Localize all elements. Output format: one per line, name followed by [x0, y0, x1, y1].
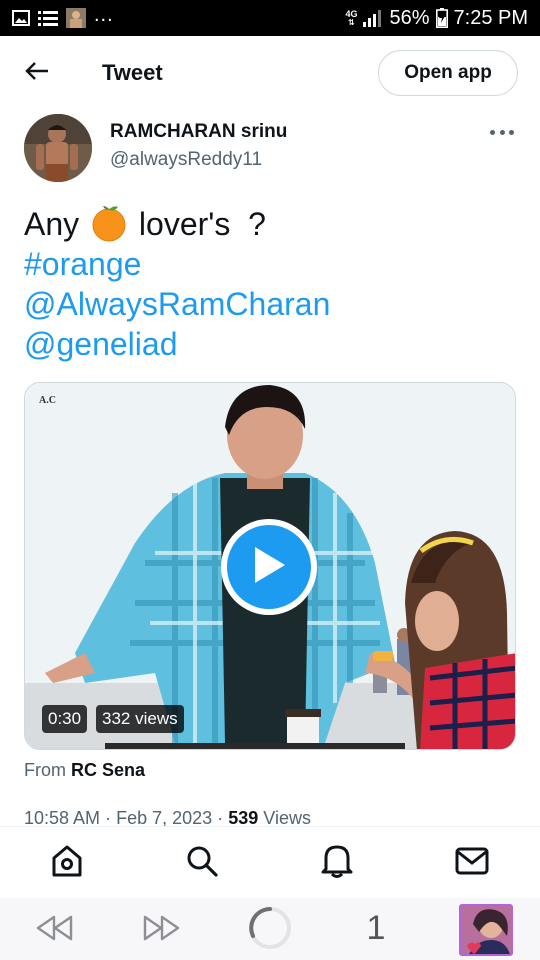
- hashtag-link[interactable]: #orange: [24, 244, 524, 284]
- play-button[interactable]: [221, 519, 317, 615]
- rewind-button[interactable]: [32, 912, 76, 948]
- loading-icon: [247, 905, 293, 956]
- signal-icon: [363, 9, 383, 27]
- browser-toolbar: 1: [0, 898, 540, 960]
- nav-search[interactable]: [184, 845, 220, 881]
- video-player[interactable]: A.C 0:30 332 views: [24, 382, 516, 750]
- author-handle[interactable]: @alwaysReddy11: [110, 149, 262, 171]
- mention-link-geneliad[interactable]: @geneliad: [24, 324, 524, 364]
- tweet-metadata: 10:58 AM · Feb 7, 2023 · 539 Views: [24, 808, 311, 826]
- mention-link-alwaysramcharan[interactable]: @AlwaysRamCharan: [24, 284, 524, 324]
- video-watermark: A.C: [39, 395, 56, 406]
- back-button[interactable]: [20, 58, 54, 88]
- more-options-button[interactable]: [490, 124, 514, 140]
- home-icon: [50, 844, 84, 883]
- tweet-text-end: lover's ?: [138, 206, 266, 242]
- open-app-button[interactable]: Open app: [378, 50, 518, 96]
- profile-notification-icon: [66, 8, 86, 28]
- more-dot: [490, 129, 495, 135]
- page-title: Tweet: [102, 60, 163, 85]
- tweet-time[interactable]: 10:58 AM: [24, 808, 100, 826]
- source-name-link[interactable]: RC Sena: [71, 760, 145, 780]
- forward-icon: [142, 914, 182, 947]
- messages-icon: [455, 846, 489, 881]
- nav-home[interactable]: [49, 845, 85, 881]
- view-count: 539: [228, 808, 259, 826]
- tweet-line-1: Any lover's ?: [24, 204, 524, 244]
- more-dot: [499, 129, 505, 135]
- network-type: 4G ⇅: [345, 8, 358, 27]
- rewind-icon: [34, 914, 74, 947]
- nav-notifications[interactable]: [319, 845, 355, 881]
- source-prefix: From: [24, 760, 66, 780]
- play-button-circle: [227, 525, 311, 609]
- image-notification-icon: [12, 10, 30, 26]
- bottom-nav: [0, 826, 540, 898]
- more-dot: [509, 129, 514, 135]
- status-bar: ... 4G ⇅ 56% 7:25 PM: [0, 0, 540, 36]
- clock: 7:25 PM: [453, 6, 528, 29]
- nav-messages[interactable]: [454, 845, 490, 881]
- arrow-left-icon: [25, 61, 49, 86]
- tweet-text: Any lover's ? #orange @AlwaysRamCharan @…: [24, 204, 524, 364]
- meta-separator: ·: [217, 808, 224, 826]
- meta-separator: ·: [105, 808, 112, 826]
- tab-count[interactable]: 1: [356, 906, 396, 950]
- top-app-bar: Tweet Open app: [0, 36, 540, 110]
- tweet-date[interactable]: Feb 7, 2023: [116, 808, 212, 826]
- list-notification-icon: [38, 10, 58, 26]
- video-views-badge: 332 views: [96, 705, 184, 733]
- view-label: Views: [263, 808, 311, 826]
- battery-percent: 56%: [389, 6, 430, 29]
- tweet-text-start: Any: [24, 206, 80, 242]
- avatar[interactable]: [24, 114, 92, 182]
- tab-thumbnail[interactable]: [459, 904, 513, 956]
- tab-thumbnail-image: [461, 906, 511, 954]
- battery-icon: [435, 8, 448, 28]
- video-duration-badge: 0:30: [42, 705, 88, 733]
- overflow-indicator: ...: [94, 4, 114, 26]
- avatar-image: [24, 114, 92, 182]
- loading-button[interactable]: [246, 906, 294, 954]
- forward-button[interactable]: [140, 912, 184, 948]
- play-icon: [251, 545, 287, 590]
- source-line: From RC Sena: [24, 760, 145, 781]
- notifications-icon: [320, 843, 354, 884]
- author-name[interactable]: RAMCHARAN srinu: [110, 121, 287, 143]
- search-icon: [185, 844, 219, 883]
- orange-emoji-icon: [90, 204, 128, 242]
